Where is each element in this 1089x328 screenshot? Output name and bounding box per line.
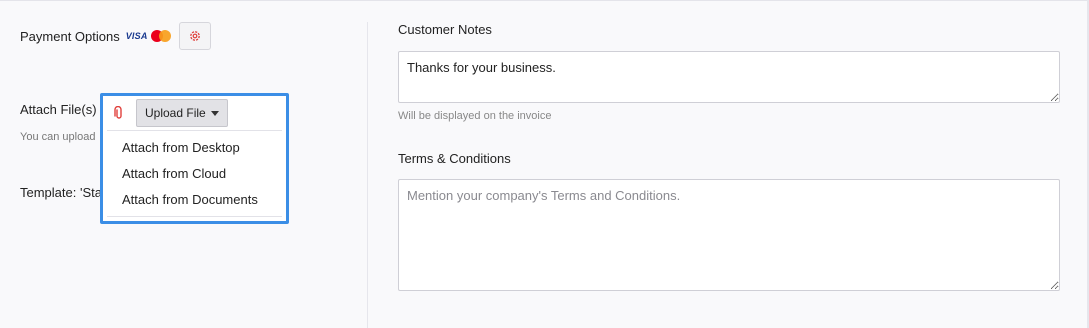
menu-item-attach-cloud[interactable]: Attach from Cloud [103, 161, 286, 187]
paperclip-icon[interactable] [106, 100, 132, 126]
payment-settings-button[interactable] [178, 22, 211, 50]
visa-logo-icon: VISA [125, 31, 148, 41]
customer-notes-hint: Will be displayed on the invoice [398, 110, 552, 122]
upload-file-button[interactable]: Upload File [136, 99, 228, 127]
customer-notes-label: Customer Notes [398, 22, 492, 37]
attach-files-label: Attach File(s) [20, 102, 97, 117]
customer-notes-field[interactable]: Thanks for your business. [398, 51, 1060, 103]
menu-divider [107, 130, 282, 131]
terms-conditions-label: Terms & Conditions [398, 151, 511, 166]
gear-icon [189, 31, 200, 41]
menu-item-attach-documents[interactable]: Attach from Documents [103, 187, 286, 213]
menu-divider [107, 216, 282, 217]
terms-conditions-field[interactable] [398, 179, 1060, 291]
upload-hint-text: You can upload [20, 131, 96, 143]
upload-dropdown-highlight: Upload File Attach from Desktop Attach f… [100, 93, 289, 224]
template-label: Template: 'Sta [20, 185, 102, 200]
upload-file-label: Upload File [145, 106, 206, 120]
upload-menu: Attach from Desktop Attach from Cloud At… [103, 135, 286, 213]
attach-toolbar: Upload File [106, 99, 228, 127]
payment-options-label: Payment Options [20, 28, 120, 44]
top-border [0, 0, 1089, 1]
chevron-down-icon [210, 110, 219, 116]
payment-options-row: Payment Options VISA [20, 22, 211, 50]
mastercard-logo-icon [150, 29, 173, 43]
menu-item-attach-desktop[interactable]: Attach from Desktop [103, 135, 286, 161]
column-divider [367, 22, 368, 328]
